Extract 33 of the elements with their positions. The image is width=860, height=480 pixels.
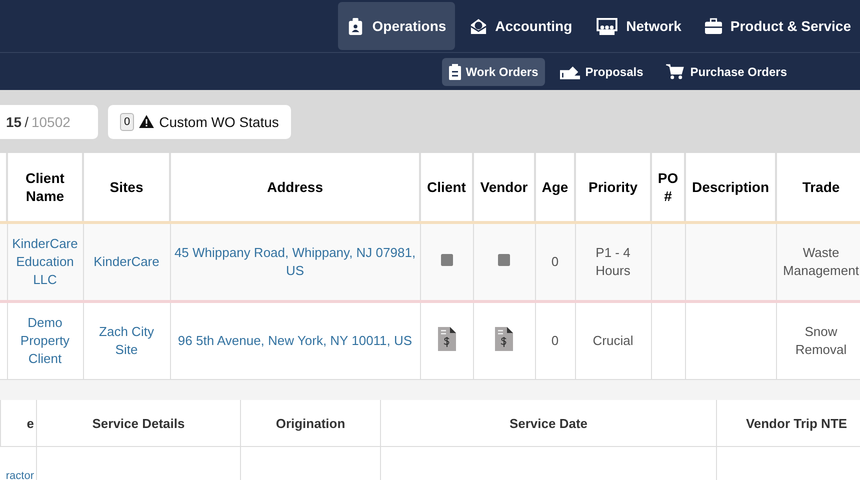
address-link[interactable]: 45 Whippany Road, Whippany, NJ 07981, US: [170, 222, 420, 302]
nav-tab[interactable]: Operations: [338, 2, 456, 50]
client-link[interactable]: KinderCare Education LLC: [7, 222, 83, 302]
vendor-link[interactable]: ractor: [0, 446, 36, 480]
warning-icon: [139, 115, 154, 128]
briefcase-icon: [705, 18, 722, 34]
trade-cell: Waste Management: [776, 222, 860, 302]
nav-tab[interactable]: Network: [587, 2, 690, 50]
cart-icon: [665, 64, 686, 80]
subnav-tab[interactable]: Purchase Orders: [658, 58, 794, 86]
square-icon[interactable]: [440, 254, 452, 266]
people-board-icon: [596, 18, 618, 34]
priority-cell: P1 - 4 Hours: [575, 222, 651, 302]
age-cell: 0: [535, 222, 575, 302]
invoice-icon[interactable]: [438, 326, 456, 350]
status-filter-button[interactable]: 0 Custom WO Status: [108, 104, 291, 138]
subnav-tab[interactable]: Work Orders: [442, 58, 546, 86]
clipboard-icon: [347, 18, 364, 34]
invoice-icon[interactable]: [495, 326, 513, 350]
column-header: Service Details: [36, 400, 240, 446]
column-header: e: [0, 400, 36, 446]
site-link[interactable]: KinderCare: [83, 222, 170, 302]
status-label: Custom WO Status: [159, 114, 279, 130]
column-header: Service Date: [380, 400, 716, 446]
money-envelope-icon: [470, 18, 488, 34]
clipboard-icon: [448, 64, 461, 80]
count-box: 15 / 10502: [0, 104, 98, 138]
column-header: Origination: [240, 400, 380, 446]
subnav-tab[interactable]: Proposals: [553, 58, 650, 86]
count-badge: 0: [120, 112, 134, 130]
nav-tab[interactable]: Product & Service: [696, 2, 860, 50]
proposal-icon: [560, 64, 580, 80]
nav-tab[interactable]: Accounting: [461, 2, 582, 50]
